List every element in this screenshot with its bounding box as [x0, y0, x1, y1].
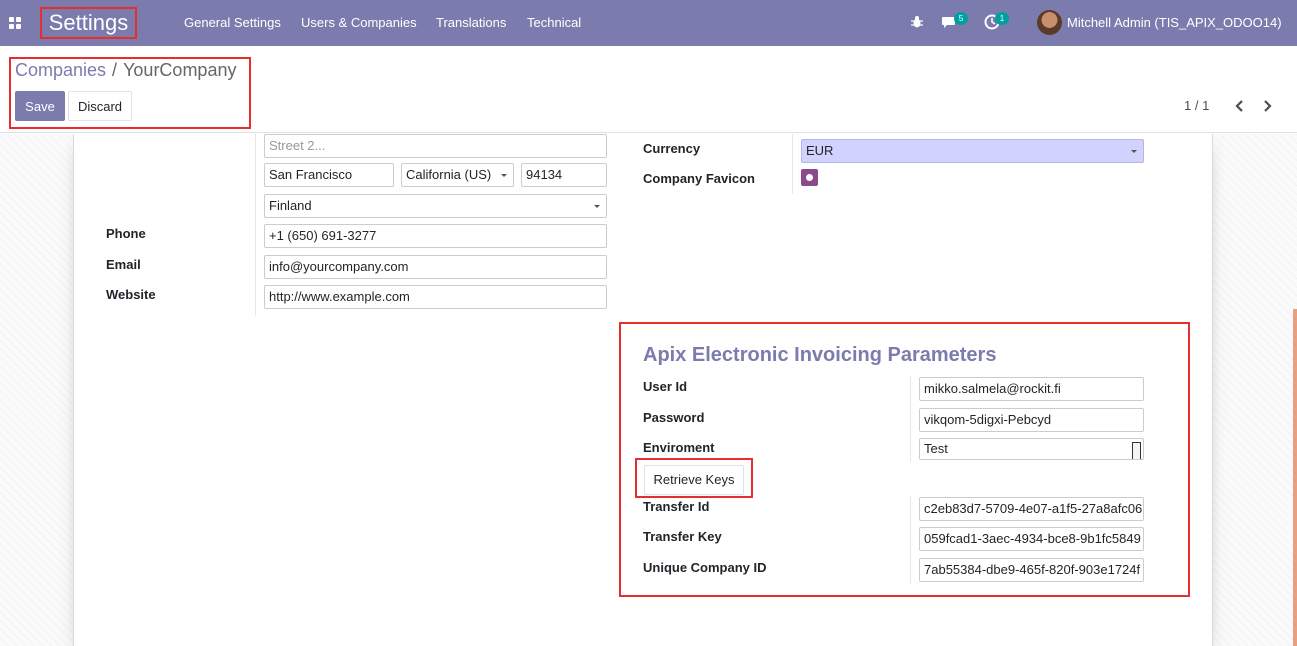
zip-input[interactable]: 94134 — [521, 163, 607, 187]
apps-menu-icon[interactable] — [9, 17, 21, 29]
password-input[interactable]: vikqom-5digxi-Pebcyd — [919, 408, 1144, 432]
messages-badge: 5 — [954, 12, 968, 25]
environment-label: Enviroment — [643, 440, 715, 455]
breadcrumb-parent-link[interactable]: Companies — [15, 60, 106, 80]
user-id-input[interactable]: mikko.salmela@rockit.fi — [919, 377, 1144, 401]
street2-input[interactable]: Street 2... — [264, 134, 607, 158]
activities-badge: 1 — [995, 12, 1009, 25]
transfer-key-input[interactable]: 059fcad1-3aec-4934-bce8-9b1fc5849 — [919, 527, 1144, 551]
password-label: Password — [643, 410, 705, 425]
user-menu-name[interactable]: Mitchell Admin (TIS_APIX_ODOO14) — [1067, 0, 1282, 46]
email-label: Email — [106, 257, 141, 272]
scrollbar[interactable] — [1293, 309, 1297, 646]
city-input[interactable]: San Francisco — [264, 163, 394, 187]
apix-section-title: Apix Electronic Invoicing Parameters — [643, 344, 997, 366]
pager-value: 1 / 1 — [1184, 98, 1210, 113]
phone-input[interactable]: +1 (650) 691-3277 — [264, 224, 607, 248]
save-button[interactable]: Save — [15, 91, 65, 121]
column-divider — [910, 496, 911, 584]
email-input[interactable]: info@yourcompany.com — [264, 255, 607, 279]
website-label: Website — [106, 287, 156, 302]
breadcrumb-current: YourCompany — [123, 60, 237, 80]
retrieve-keys-button[interactable]: Retrieve Keys — [644, 465, 744, 495]
transfer-key-label: Transfer Key — [643, 529, 722, 544]
pager-previous-icon[interactable] — [1232, 97, 1248, 115]
country-select[interactable]: Finland — [264, 194, 607, 218]
environment-select[interactable]: Test — [919, 438, 1144, 460]
transfer-id-label: Transfer Id — [643, 499, 710, 514]
menu-users-companies[interactable]: Users & Companies — [301, 0, 417, 46]
menu-general-settings[interactable]: General Settings — [184, 0, 281, 46]
column-divider — [255, 134, 256, 316]
currency-select[interactable]: EUR — [801, 139, 1144, 163]
column-divider — [792, 134, 793, 194]
debug-bug-icon[interactable] — [909, 14, 925, 30]
currency-label: Currency — [643, 141, 701, 156]
app-title[interactable]: Settings — [40, 7, 137, 39]
transfer-id-input[interactable]: c2eb83d7-5709-4e07-a1f5-27a8afc06 — [919, 497, 1144, 521]
user-avatar[interactable] — [1037, 10, 1062, 35]
favicon-label: Company Favicon — [643, 171, 755, 186]
company-id-input[interactable]: 7ab55384-dbe9-465f-820f-903e1724f — [919, 558, 1144, 582]
control-panel: Companies / YourCompany Save Discard 1 / 1 — [0, 46, 1297, 133]
breadcrumb: Companies / YourCompany — [15, 60, 236, 81]
pager-next-icon[interactable] — [1259, 97, 1275, 115]
breadcrumb-separator: / — [112, 60, 118, 80]
column-divider — [910, 376, 911, 462]
state-select[interactable]: California (US) — [401, 163, 514, 187]
website-input[interactable]: http://www.example.com — [264, 285, 607, 309]
menu-technical[interactable]: Technical — [527, 0, 581, 46]
discard-button[interactable]: Discard — [68, 91, 132, 121]
company-favicon-image[interactable] — [801, 169, 818, 186]
user-id-label: User Id — [643, 379, 688, 394]
phone-label: Phone — [106, 226, 146, 241]
top-navbar: Settings General Settings Users & Compan… — [0, 0, 1297, 46]
menu-translations[interactable]: Translations — [436, 0, 506, 46]
form-view: Street 2... San Francisco California (US… — [0, 134, 1297, 646]
company-id-label: Unique Company ID — [643, 560, 767, 575]
